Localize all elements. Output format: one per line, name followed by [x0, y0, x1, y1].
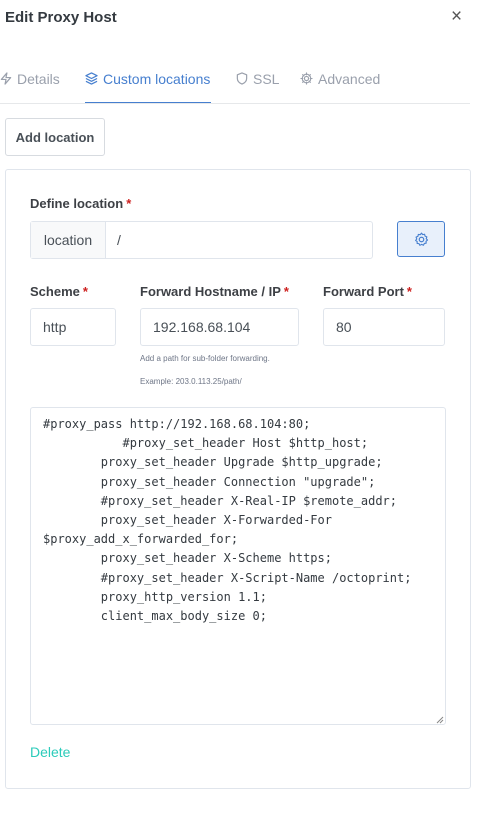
config-line: client_max_body_size 0; [43, 609, 267, 624]
tab-bar: Details Custom locations SSL Advanced [0, 55, 470, 104]
shield-icon [236, 72, 248, 85]
config-line: #proxy_set_header X-Real-IP $remote_addr… [43, 493, 398, 508]
location-card: Define location* location Scheme* Forwar… [5, 169, 471, 789]
forward-hostname-label: Forward Hostname / IP * [140, 284, 289, 299]
forward-hostname-input[interactable] [140, 308, 299, 346]
scheme-input[interactable] [30, 308, 116, 346]
forward-port-input[interactable] [323, 308, 445, 346]
tab-label: SSL [253, 70, 280, 87]
tab-advanced[interactable]: Advanced [300, 55, 380, 102]
config-line: #proxy_pass http://192.168.68.104:80; [43, 417, 311, 431]
config-line: proxy_set_header Upgrade $http_upgrade; [43, 455, 383, 470]
layers-icon [85, 72, 98, 85]
config-line: $proxy_add_x_forwarded_for; [43, 532, 239, 547]
config-line: #proxy_set_header Host $http_host; [43, 436, 369, 451]
config-line: proxy_set_header X-Scheme https; [43, 551, 332, 566]
scheme-label: Scheme * [30, 284, 88, 299]
config-line: proxy_http_version 1.1; [43, 589, 267, 604]
tab-label: Details [17, 70, 60, 87]
required-marker: * [126, 196, 132, 211]
tab-label: Custom locations [103, 70, 211, 87]
location-prefix: location [31, 222, 106, 258]
hostname-hint: Add a path for sub-folder forwarding. [140, 354, 270, 363]
define-location-label: Define location * [30, 196, 132, 211]
location-settings-button[interactable] [397, 221, 445, 257]
required-marker: * [82, 284, 88, 299]
location-path-input[interactable] [105, 222, 372, 258]
tab-custom-locations[interactable]: Custom locations [85, 55, 212, 103]
forward-port-label: Forward Port * [323, 284, 412, 299]
lightning-icon [0, 72, 12, 85]
delete-location-link[interactable]: Delete [30, 744, 70, 760]
modal-title: Edit Proxy Host [5, 9, 117, 26]
config-line: proxy_set_header X-Forwarded-For [43, 513, 332, 528]
required-marker: * [283, 284, 289, 299]
advanced-config-textarea[interactable]: #proxy_pass http://192.168.68.104:80; #p… [30, 407, 446, 725]
hostname-example: Example: 203.0.113.25/path/ [140, 377, 242, 386]
config-line: #proxy_set_header X-Script-Name /octopri… [43, 570, 412, 585]
tab-details[interactable]: Details [0, 55, 60, 102]
tab-label: Advanced [318, 70, 381, 87]
tab-ssl[interactable]: SSL [236, 55, 279, 102]
gear-icon [414, 232, 428, 246]
close-icon[interactable]: × [451, 6, 462, 28]
config-line: proxy_set_header Connection "upgrade"; [43, 474, 376, 489]
gear-icon [300, 72, 313, 85]
required-marker: * [406, 284, 412, 299]
modal-header: Edit Proxy Host × [0, 0, 485, 40]
resize-handle-icon[interactable] [436, 716, 444, 724]
location-input-group: location [30, 221, 373, 259]
add-location-button[interactable]: Add location [5, 118, 105, 156]
